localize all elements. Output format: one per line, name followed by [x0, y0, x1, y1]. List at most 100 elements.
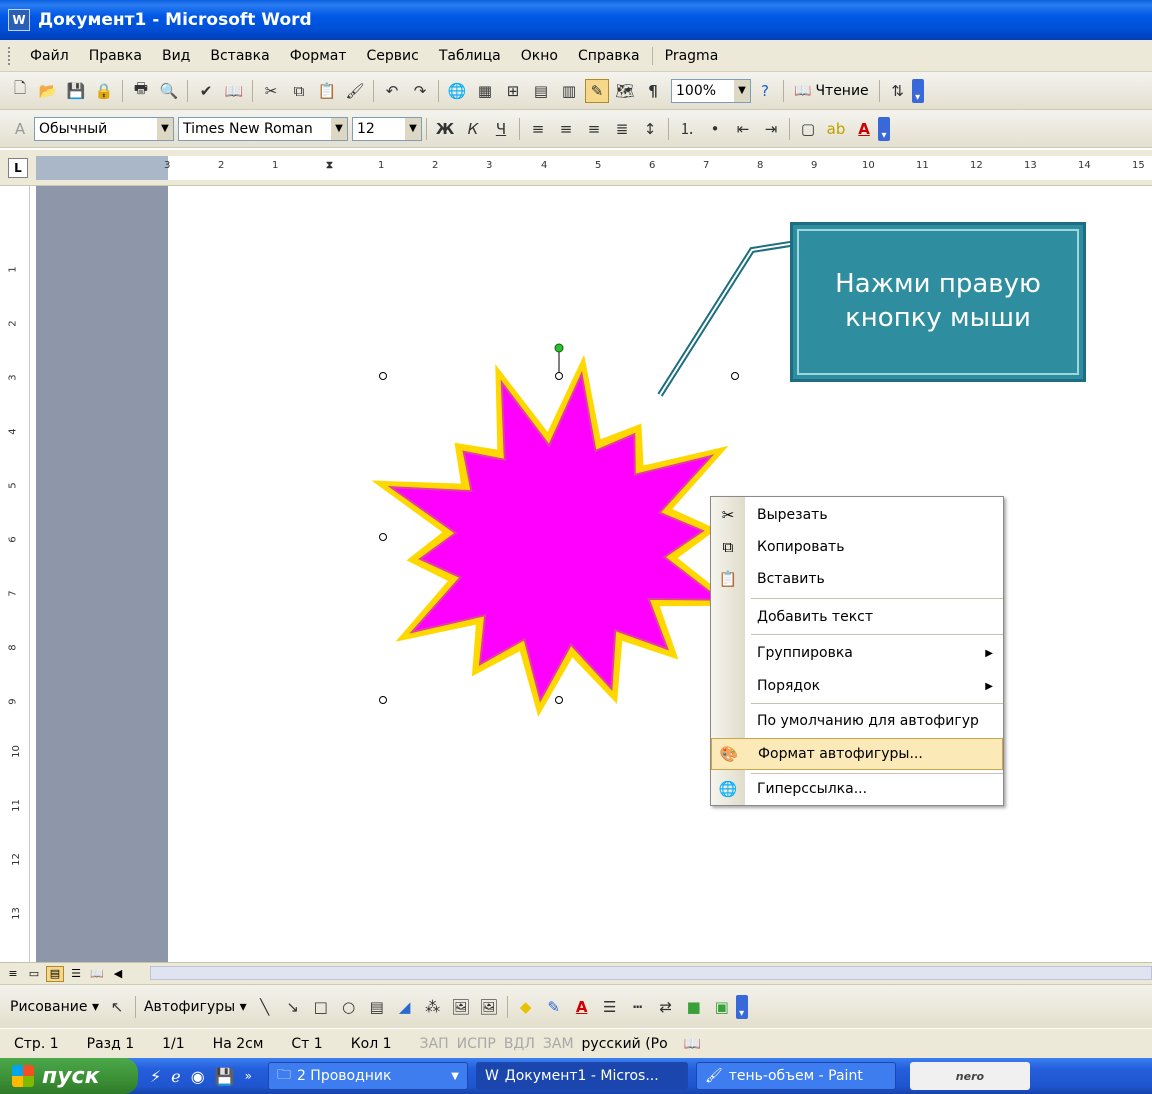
outline-view-icon[interactable]: ☰	[67, 966, 85, 982]
word-app-icon: W	[484, 1068, 499, 1084]
status-extend[interactable]: ВДЛ	[504, 1036, 535, 1052]
status-line: Ст 1	[291, 1035, 323, 1052]
media-icon[interactable]: ◉	[191, 1067, 205, 1086]
chevron-down-icon: ▼	[451, 1070, 459, 1082]
print-layout-icon[interactable]: ▤	[46, 965, 64, 982]
status-record[interactable]: ЗАП	[420, 1036, 449, 1052]
resize-handle[interactable]	[379, 533, 387, 541]
context-menu: ✂ Вырезать ⧉ Копировать 📋 Вставить Добав…	[710, 496, 1004, 806]
status-pages: 1/1	[162, 1035, 185, 1052]
shadow-icon[interactable]: ■	[682, 995, 706, 1019]
paint-icon: 🖌	[704, 1068, 723, 1084]
internet-explorer-icon[interactable]: ℯ	[171, 1067, 180, 1086]
scroll-left-icon[interactable]: ◀	[109, 966, 127, 982]
menu-item-paste[interactable]: 📋 Вставить	[711, 563, 1003, 595]
menu-item-add-text[interactable]: Добавить текст	[711, 601, 1003, 633]
submenu-arrow-icon: ▶	[985, 647, 993, 659]
scissors-icon: ✂	[721, 506, 735, 524]
resize-handle[interactable]	[379, 372, 387, 380]
folder-icon: 🗀	[276, 1067, 291, 1083]
line-color-icon[interactable]: ✎	[542, 995, 566, 1019]
start-button[interactable]: пуск	[0, 1058, 138, 1094]
task-word[interactable]: W Документ1 - Micros...	[475, 1062, 688, 1090]
task-label: тень-объем - Paint	[728, 1068, 863, 1084]
menu-item-copy[interactable]: ⧉ Копировать	[711, 531, 1003, 563]
instruction-callout: Нажми правую кнопку мыши	[790, 222, 1086, 382]
menu-item-label: По умолчанию для автофигур	[757, 713, 979, 729]
resize-handle[interactable]	[555, 696, 563, 704]
line-style-icon[interactable]: ☰	[598, 995, 622, 1019]
3d-style-icon[interactable]: ▣	[710, 995, 734, 1019]
task-label: 2 Проводник	[296, 1068, 392, 1084]
status-column: Кол 1	[350, 1035, 392, 1052]
font-color-icon[interactable]: A	[570, 995, 594, 1019]
resize-handle[interactable]	[731, 372, 739, 380]
autoshapes-label: Автофигуры	[143, 998, 236, 1015]
spelling-status-icon[interactable]: 📖	[684, 1036, 701, 1052]
rectangle-icon[interactable]: □	[309, 995, 333, 1019]
status-language: русский (Ро	[581, 1035, 668, 1052]
drawing-toolbar: Рисование ▾ ↖ Автофигуры ▾ ╲ ↘ □ ○ ▤ ◢ ⁂…	[0, 984, 1152, 1028]
paste-icon: 📋	[718, 570, 738, 588]
floppy-icon[interactable]: 💾	[215, 1067, 235, 1086]
callout-text: Нажми правую кнопку мыши	[835, 268, 1041, 336]
callout-line-1: Нажми правую	[835, 269, 1041, 300]
select-objects-icon[interactable]: ↖	[105, 995, 129, 1019]
windows-logo-icon	[12, 1065, 34, 1087]
menu-item-label: Порядок	[757, 678, 821, 694]
horizontal-scrollbar[interactable]	[150, 966, 1152, 980]
status-overtype[interactable]: ЗАМ	[543, 1036, 574, 1052]
menu-item-hyperlink[interactable]: 🌐 Гиперссылка...	[711, 773, 1003, 805]
quick-launch: ⚡ ℯ ◉ 💾 »	[138, 1067, 264, 1086]
diagram-icon[interactable]: ⁂	[421, 995, 445, 1019]
menu-item-label: Вырезать	[757, 507, 828, 523]
windows-taskbar: пуск ⚡ ℯ ◉ 💾 » 🗀 2 Проводник ▼ W Докумен…	[0, 1058, 1152, 1094]
status-bar: Стр. 1 Разд 1 1/1 На 2см Ст 1 Кол 1 ЗАП …	[0, 1028, 1152, 1058]
picture-icon[interactable]: 🖼	[477, 995, 501, 1019]
nero-search-tray[interactable]: nero	[909, 1062, 1030, 1090]
menu-separator	[751, 634, 1003, 635]
task-explorer[interactable]: 🗀 2 Проводник ▼	[267, 1062, 468, 1090]
status-position: На 2см	[212, 1035, 264, 1052]
arrow-style-icon[interactable]: ⇄	[654, 995, 678, 1019]
menu-separator	[751, 598, 1003, 599]
autoshape-explosion[interactable]	[371, 354, 738, 717]
submenu-arrow-icon: ▶	[985, 680, 993, 692]
menu-item-cut[interactable]: ✂ Вырезать	[711, 499, 1003, 531]
hyperlink-icon: 🌐	[718, 780, 738, 798]
wordart-icon[interactable]: ◢	[393, 995, 417, 1019]
menu-item-format-autoshape[interactable]: 🎨 Формат автофигуры...	[711, 738, 1003, 770]
quick-launch-expand-icon[interactable]: »	[245, 1069, 252, 1083]
dash-style-icon[interactable]: ┅	[626, 995, 650, 1019]
task-label: Документ1 - Micros...	[504, 1068, 659, 1084]
textbox-icon[interactable]: ▤	[365, 995, 389, 1019]
web-view-icon[interactable]: ▭	[25, 966, 43, 982]
normal-view-icon[interactable]: ≡	[4, 966, 22, 982]
menu-item-label: Группировка	[757, 645, 853, 661]
clipart-icon[interactable]: 🖼	[449, 995, 473, 1019]
oval-icon[interactable]: ○	[337, 995, 361, 1019]
format-autoshape-icon: 🎨	[719, 745, 739, 763]
menu-separator	[751, 703, 1003, 704]
reading-view-icon[interactable]: 📖	[88, 966, 106, 982]
menu-item-set-default[interactable]: По умолчанию для автофигур	[711, 705, 1003, 737]
drawing-menu[interactable]: Рисование ▾	[6, 999, 103, 1015]
menu-item-grouping[interactable]: Группировка ▶	[711, 637, 1003, 669]
quick-launch-app-icon[interactable]: ⚡	[150, 1067, 161, 1086]
task-paint[interactable]: 🖌 тень-объем - Paint	[695, 1062, 896, 1090]
resize-handle[interactable]	[555, 372, 563, 380]
menu-item-order[interactable]: Порядок ▶	[711, 670, 1003, 702]
status-section: Разд 1	[86, 1035, 135, 1052]
status-track-changes[interactable]: ИСПР	[457, 1036, 496, 1052]
arrow-icon[interactable]: ↘	[281, 995, 305, 1019]
line-icon[interactable]: ╲	[253, 995, 277, 1019]
menu-item-label: Формат автофигуры...	[758, 746, 923, 762]
autoshapes-menu[interactable]: Автофигуры ▾	[140, 999, 251, 1015]
resize-handle[interactable]	[379, 696, 387, 704]
callout-line-2: кнопку мыши	[845, 303, 1031, 333]
fill-color-icon[interactable]: ◆	[514, 995, 538, 1019]
menu-item-label: Вставить	[757, 571, 825, 587]
rotate-handle[interactable]	[554, 343, 564, 353]
copy-icon: ⧉	[722, 538, 734, 556]
toolbar-options-icon[interactable]: ▾	[735, 994, 748, 1019]
